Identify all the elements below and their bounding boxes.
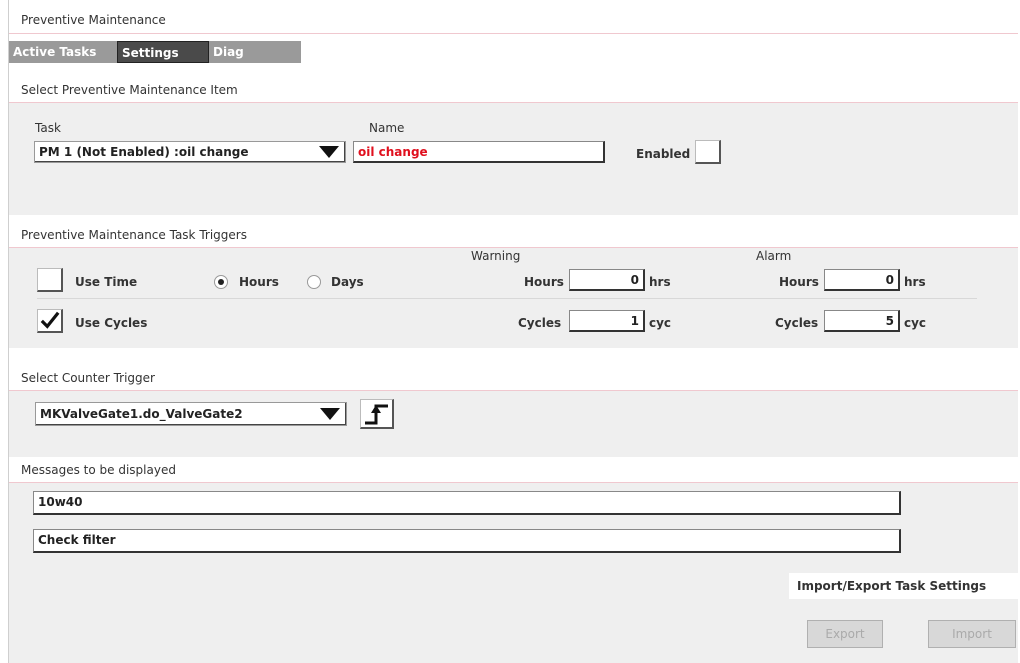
tab-settings[interactable]: Settings: [117, 41, 209, 63]
chevron-down-icon: [320, 408, 340, 420]
days-radio[interactable]: [307, 275, 321, 289]
alarm-cycles-label: Cycles: [775, 316, 819, 330]
enabled-label: Enabled: [636, 147, 691, 161]
alarm-label: Alarm: [756, 249, 792, 263]
messages-panel: 10w40 Check filter Import/Export Task Se…: [9, 483, 1018, 663]
alarm-hours-field[interactable]: 0: [824, 269, 900, 291]
name-field-value: oil change: [358, 145, 428, 159]
days-radio-label: Days: [331, 275, 364, 289]
import-export-label: Import/Export Task Settings: [797, 579, 987, 593]
task-label: Task: [35, 121, 61, 135]
use-cycles-label: Use Cycles: [75, 316, 148, 330]
counter-dropdown-value: MKValveGate1.do_ValveGate2: [40, 407, 243, 421]
warning-cycles-label: Cycles: [518, 316, 562, 330]
name-label: Name: [369, 121, 405, 135]
radio-dot-icon: [218, 279, 224, 285]
title-bar: Preventive Maintenance: [9, 7, 1018, 34]
alarm-cycles-unit: cyc: [904, 316, 927, 330]
select-item-header: Select Preventive Maintenance Item: [9, 78, 1018, 103]
export-button[interactable]: Export: [807, 620, 883, 648]
alarm-hours-label: Hours: [779, 275, 819, 289]
chevron-down-icon: [319, 146, 339, 158]
warning-label: Warning: [471, 249, 521, 263]
use-time-checkbox[interactable]: [37, 268, 63, 292]
counter-panel: MKValveGate1.do_ValveGate2: [9, 391, 1018, 457]
task-dropdown-value: PM 1 (Not Enabled) :oil change: [39, 145, 249, 159]
warning-hours-field[interactable]: 0: [569, 269, 645, 291]
triggers-panel: Warning Alarm Use Time Hours Days Use Cy…: [9, 248, 1018, 348]
alarm-cycles-value: 5: [885, 314, 894, 328]
row-divider: [37, 298, 977, 299]
name-field[interactable]: oil change: [353, 141, 605, 163]
message-field-2[interactable]: Check filter: [33, 529, 901, 553]
rising-edge-icon: [365, 404, 388, 425]
message-field-2-value: Check filter: [38, 533, 116, 547]
import-button[interactable]: Import: [928, 620, 1016, 648]
warning-cycles-unit: cyc: [649, 316, 672, 330]
messages-header-label: Messages to be displayed: [21, 463, 176, 477]
tab-active-tasks[interactable]: Active Tasks: [9, 41, 117, 63]
alarm-hours-unit: hrs: [904, 275, 926, 289]
counter-header: Select Counter Trigger: [9, 366, 1018, 391]
checkmark-icon: [40, 311, 60, 329]
rising-edge-button[interactable]: [360, 399, 394, 429]
warning-cycles-field[interactable]: 1: [569, 310, 645, 332]
messages-header: Messages to be displayed: [9, 458, 1018, 483]
counter-dropdown[interactable]: MKValveGate1.do_ValveGate2: [35, 402, 347, 426]
select-item-panel: Task PM 1 (Not Enabled) :oil change Name…: [9, 103, 1018, 215]
warning-hours-unit: hrs: [649, 275, 671, 289]
warning-hours-label: Hours: [524, 275, 564, 289]
alarm-cycles-field[interactable]: 5: [824, 310, 900, 332]
message-field-1-value: 10w40: [38, 495, 83, 509]
warning-hours-value: 0: [630, 273, 639, 287]
counter-header-label: Select Counter Trigger: [21, 371, 155, 385]
alarm-hours-value: 0: [885, 273, 894, 287]
tab-diag[interactable]: Diag: [209, 41, 301, 63]
hours-radio-label: Hours: [239, 275, 279, 289]
select-item-header-label: Select Preventive Maintenance Item: [21, 83, 238, 97]
hours-radio[interactable]: [214, 275, 228, 289]
use-time-label: Use Time: [75, 275, 138, 289]
triggers-header: Preventive Maintenance Task Triggers: [9, 223, 1018, 248]
triggers-header-label: Preventive Maintenance Task Triggers: [21, 228, 247, 242]
use-cycles-checkbox[interactable]: [37, 309, 63, 333]
import-export-label-box: Import/Export Task Settings: [789, 573, 1018, 599]
task-dropdown[interactable]: PM 1 (Not Enabled) :oil change: [34, 141, 346, 163]
message-field-1[interactable]: 10w40: [33, 491, 901, 515]
enabled-checkbox[interactable]: [695, 140, 721, 164]
window-title: Preventive Maintenance: [21, 13, 166, 27]
warning-cycles-value: 1: [630, 314, 639, 328]
